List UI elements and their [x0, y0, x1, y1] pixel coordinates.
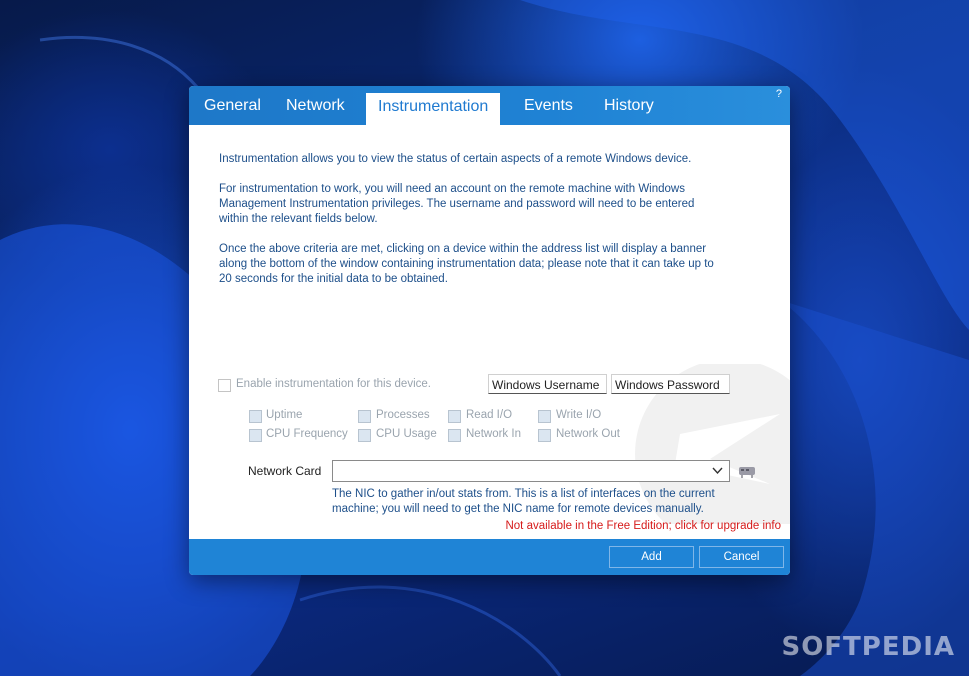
uptime-label: Uptime: [266, 409, 303, 421]
enable-instrumentation-label: Enable instrumentation for this device.: [236, 378, 431, 390]
softpedia-watermark: SOFTPEDIA: [781, 632, 955, 662]
write-io-label: Write I/O: [556, 409, 602, 421]
processes-checkbox[interactable]: [358, 410, 371, 423]
network-card-select[interactable]: [332, 460, 730, 482]
description-intro: Instrumentation allows you to view the s…: [219, 153, 692, 165]
cpu-usage-checkbox[interactable]: [358, 429, 371, 442]
tab-instrumentation[interactable]: Instrumentation: [366, 93, 501, 132]
cpu-frequency-label: CPU Frequency: [266, 428, 348, 440]
tab-general[interactable]: General: [204, 86, 261, 125]
chevron-down-icon: [712, 467, 723, 475]
device-properties-dialog: General Network Instrumentation Events H…: [189, 86, 790, 575]
network-card-refresh-icon[interactable]: [738, 463, 756, 479]
add-button[interactable]: Add: [609, 546, 694, 568]
network-card-label: Network Card: [248, 464, 322, 478]
cpu-usage-label: CPU Usage: [376, 428, 437, 440]
cpu-frequency-checkbox[interactable]: [249, 429, 262, 442]
network-in-label: Network In: [466, 428, 521, 440]
description-requirements: For instrumentation to work, you will ne…: [219, 183, 695, 225]
read-io-label: Read I/O: [466, 409, 513, 421]
enable-instrumentation-checkbox[interactable]: [218, 379, 231, 392]
network-out-label: Network Out: [556, 428, 620, 440]
description-usage: Once the above criteria are met, clickin…: [219, 243, 714, 285]
network-out-checkbox[interactable]: [538, 429, 551, 442]
read-io-checkbox[interactable]: [448, 410, 461, 423]
upgrade-info-link[interactable]: Not available in the Free Edition; click…: [505, 520, 781, 532]
tab-network[interactable]: Network: [286, 86, 345, 125]
windows-password-input[interactable]: Windows Password: [611, 374, 730, 394]
write-io-checkbox[interactable]: [538, 410, 551, 423]
tab-history[interactable]: History: [604, 86, 654, 125]
processes-label: Processes: [376, 409, 430, 421]
cancel-button[interactable]: Cancel: [699, 546, 784, 568]
dialog-footer: Add Cancel: [189, 539, 790, 575]
help-button[interactable]: ?: [776, 88, 782, 100]
tab-events[interactable]: Events: [524, 86, 573, 125]
tab-bar: General Network Instrumentation Events H…: [189, 86, 790, 132]
uptime-checkbox[interactable]: [249, 410, 262, 423]
network-in-checkbox[interactable]: [448, 429, 461, 442]
windows-username-input[interactable]: Windows Username: [488, 374, 607, 394]
network-card-hint: The NIC to gather in/out stats from. Thi…: [332, 488, 715, 515]
